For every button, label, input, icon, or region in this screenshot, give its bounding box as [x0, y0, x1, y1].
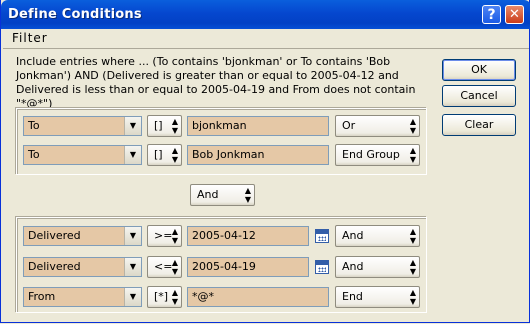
spin-arrows-icon[interactable]: ▲ ▼ [172, 117, 178, 135]
field-select-value: Delivered [28, 229, 81, 242]
spin-arrows-icon[interactable]: ▲ ▼ [172, 258, 178, 276]
window-title: Define Conditions [8, 7, 142, 22]
operator-spin-1[interactable]: [] ▲ ▼ [147, 115, 182, 137]
logic-value: Or [342, 119, 356, 132]
operator-value: <= [154, 260, 173, 273]
ok-button[interactable]: OK [442, 59, 516, 81]
spin-arrows-icon[interactable]: ▲ ▼ [172, 227, 178, 245]
group-logic-spin[interactable]: And ▲ ▼ [190, 184, 255, 206]
help-button[interactable]: ? [482, 5, 501, 24]
field-select-3[interactable]: Delivered ▼ [23, 226, 142, 246]
logic-value: End [342, 290, 363, 303]
spin-arrows-icon[interactable]: ▲ ▼ [172, 288, 178, 306]
spin-arrows-icon[interactable]: ▲ ▼ [172, 146, 178, 164]
logic-spin-3[interactable]: And ▲ ▼ [335, 225, 420, 247]
operator-value: [] [154, 119, 163, 132]
condition-description: Include entries where ... (To contains '… [16, 55, 416, 110]
date-input-2[interactable]: 2005-04-19 [187, 257, 309, 277]
field-select-value: To [28, 119, 40, 132]
date-input-1[interactable]: 2005-04-12 [187, 226, 309, 246]
operator-spin-2[interactable]: [] ▲ ▼ [147, 144, 182, 166]
menu-bar: Filter [3, 29, 529, 49]
field-select-value: To [28, 148, 40, 161]
calendar-icon[interactable] [315, 229, 329, 243]
chevron-down-icon[interactable]: ▼ [124, 258, 141, 276]
logic-value: And [342, 229, 364, 242]
logic-spin-5[interactable]: End ▲ ▼ [335, 286, 420, 308]
field-select-2[interactable]: To ▼ [23, 145, 142, 165]
clear-button[interactable]: Clear [442, 114, 516, 136]
close-button[interactable]: ✕ [505, 5, 524, 24]
field-select-value: Delivered [28, 260, 81, 273]
logic-value: End Group [342, 148, 400, 161]
spin-arrows-icon[interactable]: ▲ ▼ [410, 117, 416, 135]
operator-spin-4[interactable]: <= ▲ ▼ [147, 256, 182, 278]
operator-value: >= [154, 229, 173, 242]
chevron-down-icon[interactable]: ▼ [124, 146, 141, 164]
logic-value: And [342, 260, 364, 273]
field-select-5[interactable]: From ▼ [23, 287, 142, 307]
logic-spin-1[interactable]: Or ▲ ▼ [335, 115, 420, 137]
spin-arrows-icon[interactable]: ▲ ▼ [410, 258, 416, 276]
chevron-down-icon[interactable]: ▼ [124, 288, 141, 306]
value-input-1[interactable]: bjonkman [187, 116, 329, 136]
chevron-down-icon[interactable]: ▼ [124, 227, 141, 245]
field-select-4[interactable]: Delivered ▼ [23, 257, 142, 277]
title-bar[interactable]: Define Conditions ? ✕ [1, 0, 530, 29]
group-logic-value: And [197, 188, 219, 201]
help-icon: ? [487, 7, 496, 23]
operator-value: [*] [154, 290, 169, 303]
cancel-button[interactable]: Cancel [442, 85, 516, 107]
spin-arrows-icon[interactable]: ▲ ▼ [410, 146, 416, 164]
define-conditions-dialog: Define Conditions ? ✕ Filter Include ent… [0, 0, 530, 323]
operator-value: [] [154, 148, 163, 161]
logic-spin-2[interactable]: End Group ▲ ▼ [335, 144, 420, 166]
spin-arrows-icon[interactable]: ▲ ▼ [410, 288, 416, 306]
value-input-5[interactable]: *@* [187, 287, 329, 307]
operator-spin-5[interactable]: [*] ▲ ▼ [147, 286, 182, 308]
spin-arrows-icon[interactable]: ▲ ▼ [245, 186, 251, 204]
logic-spin-4[interactable]: And ▲ ▼ [335, 256, 420, 278]
close-icon: ✕ [509, 7, 520, 22]
field-select-value: From [28, 290, 56, 303]
calendar-icon[interactable] [315, 260, 329, 274]
menu-filter[interactable]: Filter [12, 31, 48, 45]
value-input-2[interactable]: Bob Jonkman [187, 145, 329, 165]
field-select-1[interactable]: To ▼ [23, 116, 142, 136]
operator-spin-3[interactable]: >= ▲ ▼ [147, 225, 182, 247]
chevron-down-icon[interactable]: ▼ [124, 117, 141, 135]
spin-arrows-icon[interactable]: ▲ ▼ [410, 227, 416, 245]
